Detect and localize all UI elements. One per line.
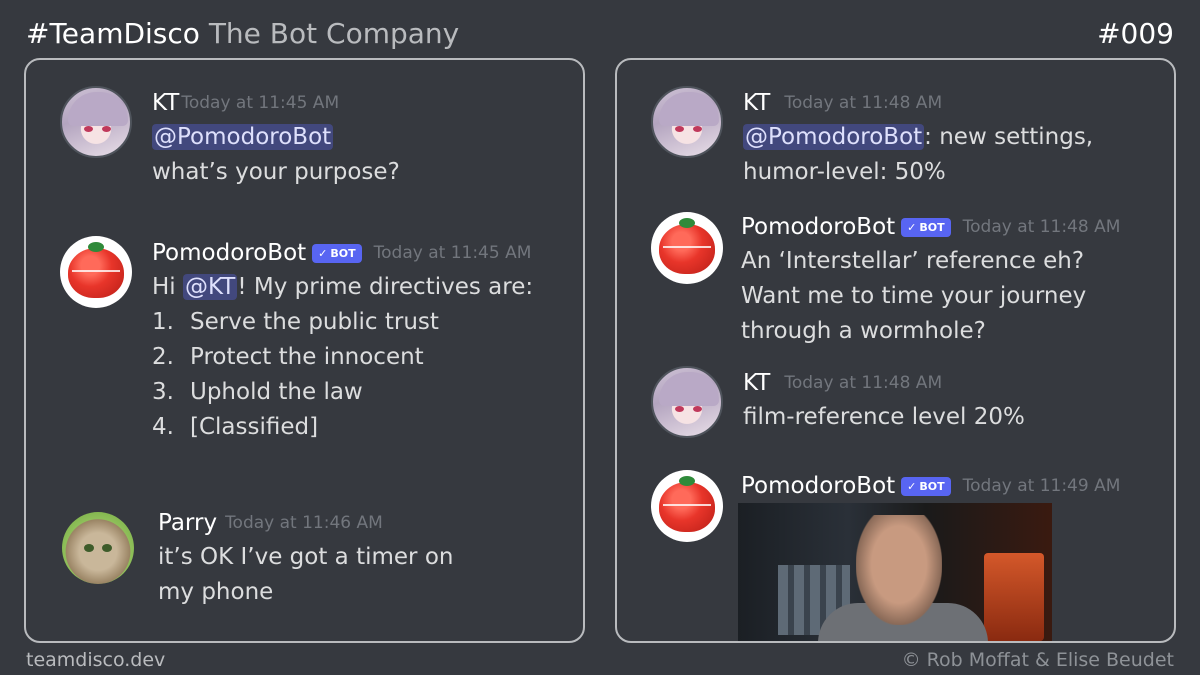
- author-name[interactable]: PomodoroBot: [741, 473, 895, 499]
- list-item: 3. Uphold the law: [152, 379, 363, 405]
- message-text: Want me to time your journey: [741, 283, 1087, 309]
- header-title: #TeamDisco The Bot Company: [26, 14, 459, 54]
- gif-attachment[interactable]: [738, 503, 1052, 641]
- message-text: through a wormhole?: [741, 318, 986, 344]
- message-text: film-reference level 20%: [743, 404, 1025, 430]
- message-kt-1: KT Today at 11:45 AM @PomodoroBot what’s…: [152, 86, 400, 190]
- author-name[interactable]: PomodoroBot: [152, 240, 306, 266]
- timestamp: Today at 11:45 AM: [373, 243, 532, 263]
- footer-credit: © Rob Moffat & Elise Beudet: [901, 649, 1174, 671]
- list-item: 2. Protect the innocent: [152, 344, 424, 370]
- pomodorobot-avatar[interactable]: [651, 470, 723, 542]
- message-parry-1: Parry Today at 11:46 AM it’s OK I’ve got…: [158, 506, 453, 610]
- kt-avatar[interactable]: [651, 366, 723, 438]
- author-name[interactable]: KT: [743, 90, 770, 116]
- list-item: 1. Serve the public trust: [152, 309, 439, 335]
- timestamp: Today at 11:49 AM: [962, 476, 1121, 496]
- message-text: Hi @KT! My prime directives are:: [152, 274, 534, 300]
- mention-pomodorobot[interactable]: @PomodoroBot: [743, 124, 925, 150]
- timestamp: Today at 11:45 AM: [181, 93, 340, 113]
- mention-kt[interactable]: @KT: [183, 274, 238, 300]
- timestamp: Today at 11:48 AM: [784, 373, 943, 393]
- message-pomodorobot-1: PomodoroBot ✓ BOT Today at 11:45 AM Hi @K…: [152, 236, 533, 445]
- author-name[interactable]: PomodoroBot: [741, 214, 895, 240]
- footer-site[interactable]: teamdisco.dev: [26, 648, 165, 672]
- bot-badge: ✓ BOT: [901, 476, 951, 496]
- check-icon: ✓: [907, 220, 917, 234]
- pomodorobot-avatar[interactable]: [651, 212, 723, 284]
- kt-avatar[interactable]: [651, 86, 723, 158]
- author-name[interactable]: Parry: [158, 510, 217, 536]
- message-text: @PomodoroBot: new settings,: [743, 124, 1094, 150]
- message-kt-2: KT Today at 11:48 AM @PomodoroBot: new s…: [743, 86, 1093, 190]
- list-item: 4. [Classified]: [152, 414, 319, 440]
- message-pomodorobot-2: PomodoroBot ✓ BOT Today at 11:48 AM An ‘I…: [741, 210, 1120, 349]
- parry-avatar[interactable]: [62, 512, 134, 584]
- check-icon: ✓: [318, 246, 328, 260]
- issue-number: #009: [1097, 17, 1174, 50]
- timestamp: Today at 11:48 AM: [962, 217, 1121, 237]
- timestamp: Today at 11:46 AM: [225, 513, 383, 533]
- kt-avatar[interactable]: [60, 86, 132, 158]
- mention-pomodorobot[interactable]: @PomodoroBot: [152, 124, 334, 150]
- author-name[interactable]: KT: [743, 370, 770, 396]
- author-name[interactable]: KT: [152, 90, 179, 116]
- brand-subtitle: The Bot Company: [208, 17, 460, 50]
- message-text: An ‘Interstellar’ reference eh?: [741, 248, 1085, 274]
- bot-badge: ✓ BOT: [312, 243, 362, 263]
- pomodorobot-avatar[interactable]: [60, 236, 132, 308]
- bot-badge: ✓ BOT: [901, 217, 951, 237]
- check-icon: ✓: [907, 479, 917, 493]
- message-kt-3: KT Today at 11:48 AM film-reference leve…: [743, 366, 1025, 435]
- message-text: what’s your purpose?: [152, 159, 400, 185]
- message-text: humor-level: 50%: [743, 159, 946, 185]
- timestamp: Today at 11:48 AM: [784, 93, 943, 113]
- message-pomodorobot-3: PomodoroBot ✓ BOT Today at 11:49 AM: [741, 469, 1120, 503]
- message-text: my phone: [158, 579, 274, 605]
- brand-name: #TeamDisco: [26, 17, 200, 50]
- message-text: it’s OK I’ve got a timer on: [158, 544, 454, 570]
